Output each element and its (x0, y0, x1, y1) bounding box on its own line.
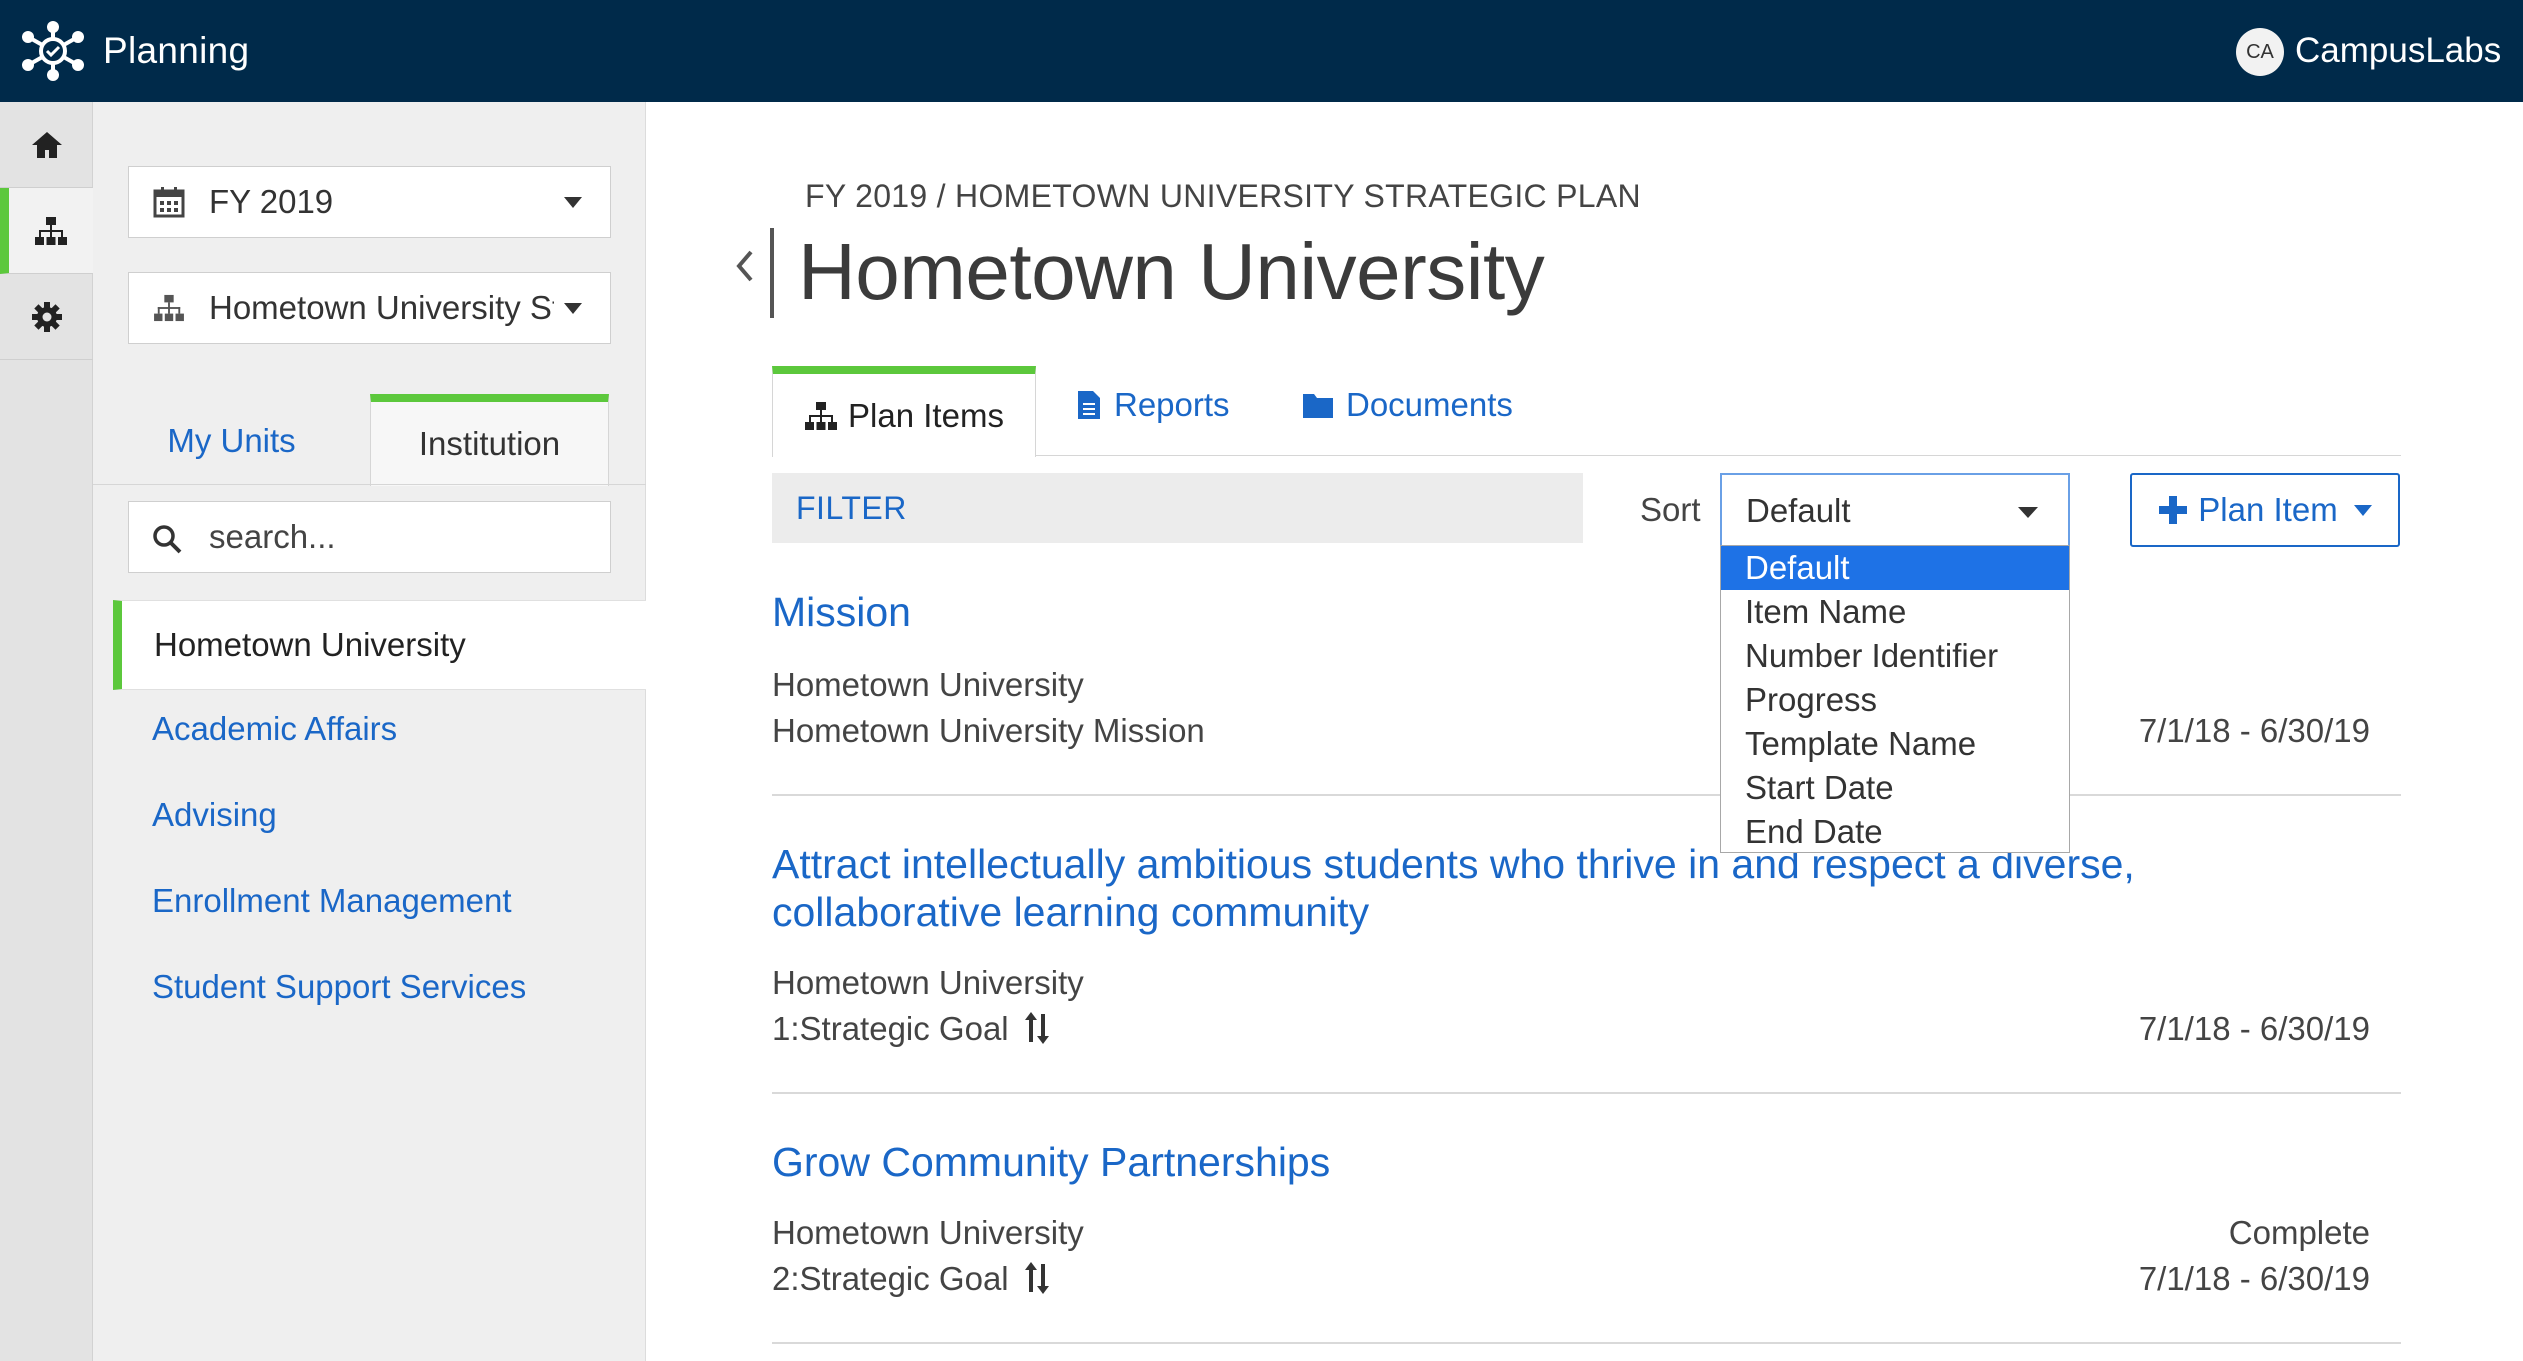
chevron-down-icon (2353, 504, 2372, 516)
add-plan-item-button[interactable]: Plan Item (2130, 473, 2400, 547)
chevron-down-icon (564, 197, 582, 208)
plan-item-title[interactable]: Attract intellectually ambitious student… (772, 840, 2222, 936)
unit-item-active[interactable]: Hometown University (113, 600, 646, 690)
tab-reports[interactable]: Reports (1076, 386, 1230, 424)
unit-search (128, 501, 611, 573)
tab-plan-items-label: Plan Items (848, 396, 1004, 434)
plan-item-type: Hometown University Mission (772, 712, 1205, 749)
divider (772, 1092, 2401, 1094)
user-avatar[interactable]: CA (2236, 28, 2284, 76)
sort-option-start-date[interactable]: Start Date (1721, 766, 2069, 810)
rail-item-home[interactable] (0, 102, 93, 188)
home-icon (31, 131, 62, 158)
divider (93, 484, 646, 485)
sort-select[interactable]: Default (1720, 473, 2070, 547)
plan-item-dates: 7/1/18 - 6/30/19 (2138, 1010, 2370, 1047)
planning-logo-icon[interactable] (18, 20, 88, 82)
app-title: Planning (103, 30, 250, 71)
folder-icon (1303, 394, 1333, 418)
fiscal-year-value: FY 2019 (209, 183, 334, 220)
gear-icon (31, 301, 62, 332)
plan-item-unit: Hometown University (772, 1214, 1084, 1251)
search-icon (153, 525, 182, 554)
tab-plan-items[interactable]: Plan Items (772, 366, 1036, 457)
divider (772, 1342, 2401, 1344)
tab-my-units[interactable]: My Units (93, 398, 370, 484)
sort-option-item-name[interactable]: Item Name (1721, 590, 2069, 634)
plan-item-dates: 7/1/18 - 6/30/19 (2138, 712, 2370, 749)
reorder-arrows-icon[interactable] (1024, 1262, 1050, 1294)
plan-item-unit: Hometown University (772, 666, 1084, 703)
sort-dropdown: Default Item Name Number Identifier Prog… (1720, 545, 2070, 853)
divider (772, 794, 2401, 796)
sort-option-default[interactable]: Default (1721, 546, 2069, 590)
rail-item-settings[interactable] (0, 274, 93, 360)
unit-item-enrollment-management[interactable]: Enrollment Management (152, 882, 512, 920)
plus-icon (2159, 496, 2188, 524)
sitemap-icon (35, 216, 67, 245)
tab-documents-label: Documents (1346, 386, 1513, 423)
search-input[interactable] (209, 516, 589, 558)
unit-item-advising[interactable]: Advising (152, 796, 277, 834)
chevron-left-icon[interactable] (735, 248, 755, 284)
plan-select[interactable]: Hometown University Strategic Plan (128, 272, 611, 344)
title-accent-bar (770, 228, 774, 318)
sitemap-icon (805, 401, 838, 430)
breadcrumb: FY 2019 / HOMETOWN UNIVERSITY STRATEGIC … (805, 178, 1641, 214)
fiscal-year-select[interactable]: FY 2019 (128, 166, 611, 238)
add-plan-item-label: Plan Item (2198, 491, 2338, 528)
rail-item-sitemap[interactable] (0, 188, 93, 274)
tab-institution[interactable]: Institution (370, 394, 609, 486)
brand-name: CampusLabs (2295, 31, 2502, 70)
document-icon (1078, 391, 1100, 419)
sitemap-icon (154, 294, 184, 322)
plan-item-type: 2:Strategic Goal (772, 1260, 1009, 1297)
plan-item-title[interactable]: Grow Community Partnerships (772, 1138, 2222, 1186)
plan-item-dates: 7/1/18 - 6/30/19 (2138, 1260, 2370, 1297)
filter-toggle[interactable]: FILTER (772, 473, 1583, 543)
plan-select-value: Hometown University Strategic Plan (209, 289, 554, 326)
plan-item-type-row: 2:Strategic Goal (772, 1260, 1050, 1298)
icon-rail (0, 102, 93, 1361)
sort-select-value: Default (1746, 492, 1851, 529)
sort-label: Sort (1640, 491, 1701, 528)
tab-documents[interactable]: Documents (1302, 386, 1513, 424)
calendar-icon (153, 187, 185, 218)
plan-item-type-row: 1:Strategic Goal (772, 1010, 1050, 1048)
top-bar: Planning CA CampusLabs (0, 0, 2523, 102)
sidebar: FY 2019 Hometown University Strategic Pl… (93, 102, 646, 1361)
chevron-down-icon (564, 303, 582, 314)
sort-option-template-name[interactable]: Template Name (1721, 722, 2069, 766)
sort-option-number-identifier[interactable]: Number Identifier (1721, 634, 2069, 678)
chevron-down-icon (2018, 507, 2038, 518)
page-title: Hometown University (798, 227, 1545, 316)
tab-reports-label: Reports (1114, 386, 1230, 423)
plan-item-unit: Hometown University (772, 964, 1084, 1001)
plan-item-status: Complete (2228, 1214, 2370, 1251)
plan-item-type: 1:Strategic Goal (772, 1010, 1009, 1047)
unit-item-student-support-services[interactable]: Student Support Services (152, 968, 526, 1006)
sort-option-progress[interactable]: Progress (1721, 678, 2069, 722)
unit-item-academic-affairs[interactable]: Academic Affairs (152, 710, 397, 748)
sort-option-end-date[interactable]: End Date (1721, 810, 2069, 854)
reorder-arrows-icon[interactable] (1024, 1012, 1050, 1044)
